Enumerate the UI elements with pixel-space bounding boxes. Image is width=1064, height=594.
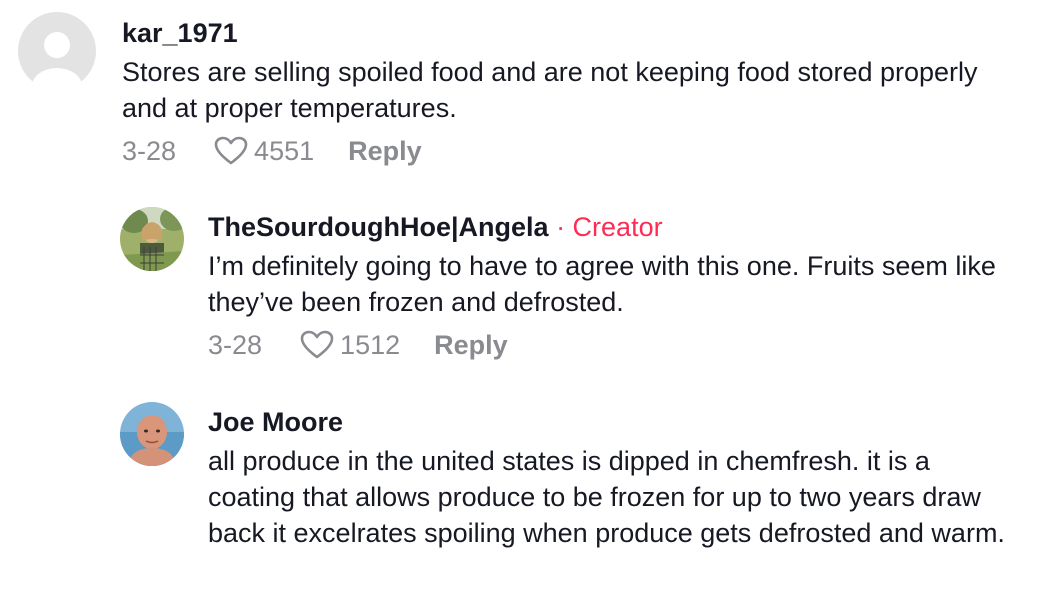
comment-meta: 3-28 1512 Reply — [208, 327, 1038, 363]
like-button[interactable]: 4551 — [214, 136, 314, 167]
comment-item — [120, 207, 184, 271]
comment-item — [18, 12, 96, 90]
user-avatar[interactable] — [120, 207, 184, 271]
like-button[interactable]: 1512 — [300, 330, 400, 361]
username-text[interactable]: kar_1971 — [122, 18, 238, 48]
comment-date: 3-28 — [208, 329, 263, 360]
comment-text: Stores are selling spoiled food and are … — [122, 57, 978, 123]
comment-date: 3-28 — [122, 135, 177, 166]
username-text[interactable]: Joe Moore — [208, 407, 343, 437]
comment-body: kar_1971 Stores are selling spoiled food… — [122, 16, 1022, 169]
comment-username[interactable]: Joe Moore — [208, 405, 1038, 439]
reply-button[interactable]: Reply — [434, 330, 508, 361]
default-avatar-icon[interactable] — [18, 12, 96, 90]
comment-username[interactable]: kar_1971 — [122, 16, 1022, 50]
comment-meta: 3-28 4551 Reply — [122, 133, 1022, 169]
heart-outline-icon — [300, 330, 334, 359]
like-count: 1512 — [340, 329, 401, 360]
username-text[interactable]: TheSourdoughHoe|Angela — [208, 212, 549, 242]
comment-text: I’m definitely going to have to agree wi… — [208, 251, 996, 317]
reply-button[interactable]: Reply — [348, 136, 422, 167]
comment-body: TheSourdoughHoe|Angela · Creator I’m def… — [208, 210, 1038, 363]
comment-item — [120, 402, 184, 466]
like-count: 4551 — [254, 135, 315, 166]
heart-outline-icon — [214, 136, 248, 165]
comment-body: Joe Moore all produce in the united stat… — [208, 405, 1038, 551]
user-avatar[interactable] — [120, 402, 184, 466]
comment-username[interactable]: TheSourdoughHoe|Angela · Creator — [208, 210, 1038, 244]
comment-text: all produce in the united states is dipp… — [208, 446, 1005, 548]
creator-badge: · Creator — [556, 212, 663, 242]
